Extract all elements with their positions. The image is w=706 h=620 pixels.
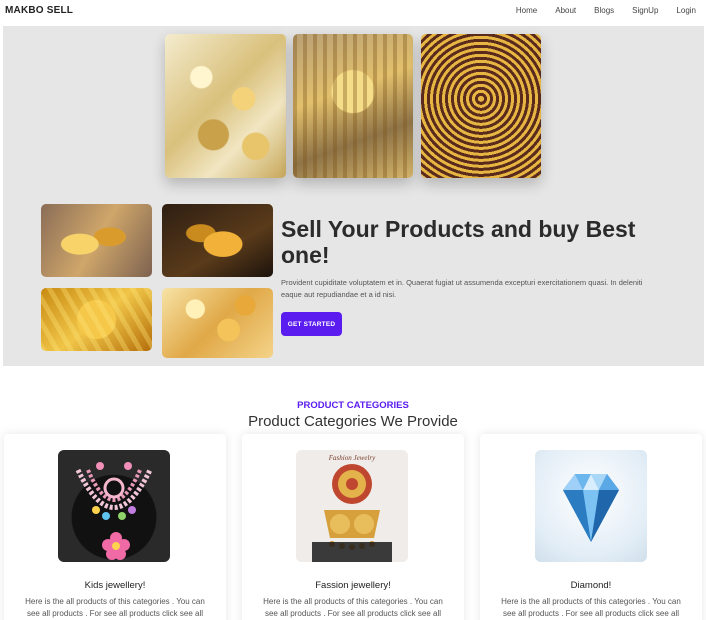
hero-image-gold-bangles (162, 204, 273, 277)
navbar: MAKBO SELL Home About Blogs SignUp Login (0, 0, 706, 22)
card-title-kids: Kids jewellery! (84, 580, 146, 591)
section-title: Product Categories We Provide (248, 413, 458, 430)
card-title-diamond: Diamond! (570, 580, 612, 591)
section-kicker: PRODUCT CATEGORIES (297, 400, 409, 411)
nav-link-home[interactable]: Home (516, 6, 537, 15)
hero-image-bangle-stack (41, 288, 152, 351)
diamond-image (535, 450, 647, 562)
nav-link-login[interactable]: Login (676, 6, 696, 15)
hero-image-gold-chains (165, 34, 286, 178)
fashion-jewellery-illustration: Fashion Jewelry (296, 450, 408, 562)
category-card-diamond[interactable]: Diamond! Here is the all products of thi… (480, 434, 702, 620)
hero-image-gold-necklaces-display (293, 34, 413, 178)
hero-section: Sell Your Products and buy Best one! Pro… (3, 26, 704, 366)
card-title-fashion: Fassion jewellery! (315, 580, 391, 591)
hero-image-temple-necklace (421, 34, 541, 178)
diamond-icon (563, 474, 619, 542)
nav-link-about[interactable]: About (555, 6, 576, 15)
hero-description: Provident cupiditate voluptatem et in. Q… (281, 278, 643, 299)
brand-logo[interactable]: MAKBO SELL (5, 5, 73, 16)
get-started-button[interactable]: GET STARTED (281, 312, 342, 336)
hero-title: Sell Your Products and buy Best one! (281, 216, 636, 268)
fashion-jewellery-image: Fashion Jewelry (296, 450, 408, 562)
category-card-kids[interactable]: Kids jewellery! Here is the all products… (4, 434, 226, 620)
hero-image-gold-rings (41, 204, 152, 277)
kids-jewellery-illustration (75, 462, 153, 560)
hero-image-gold-ornaments (162, 288, 273, 358)
kids-jewellery-image (58, 450, 170, 562)
nav-links: Home About Blogs SignUp Login (498, 6, 696, 15)
card-text-fashion: Here is the all products of this categor… (263, 597, 443, 618)
fashion-image-caption: Fashion Jewelry (328, 454, 376, 462)
card-text-diamond: Here is the all products of this categor… (501, 597, 681, 618)
category-card-fashion[interactable]: Fashion Jewelry Fassion jewellery! Here … (242, 434, 464, 620)
card-text-kids: Here is the all products of this categor… (25, 597, 205, 618)
nav-link-blogs[interactable]: Blogs (594, 6, 614, 15)
nav-link-signup[interactable]: SignUp (632, 6, 658, 15)
